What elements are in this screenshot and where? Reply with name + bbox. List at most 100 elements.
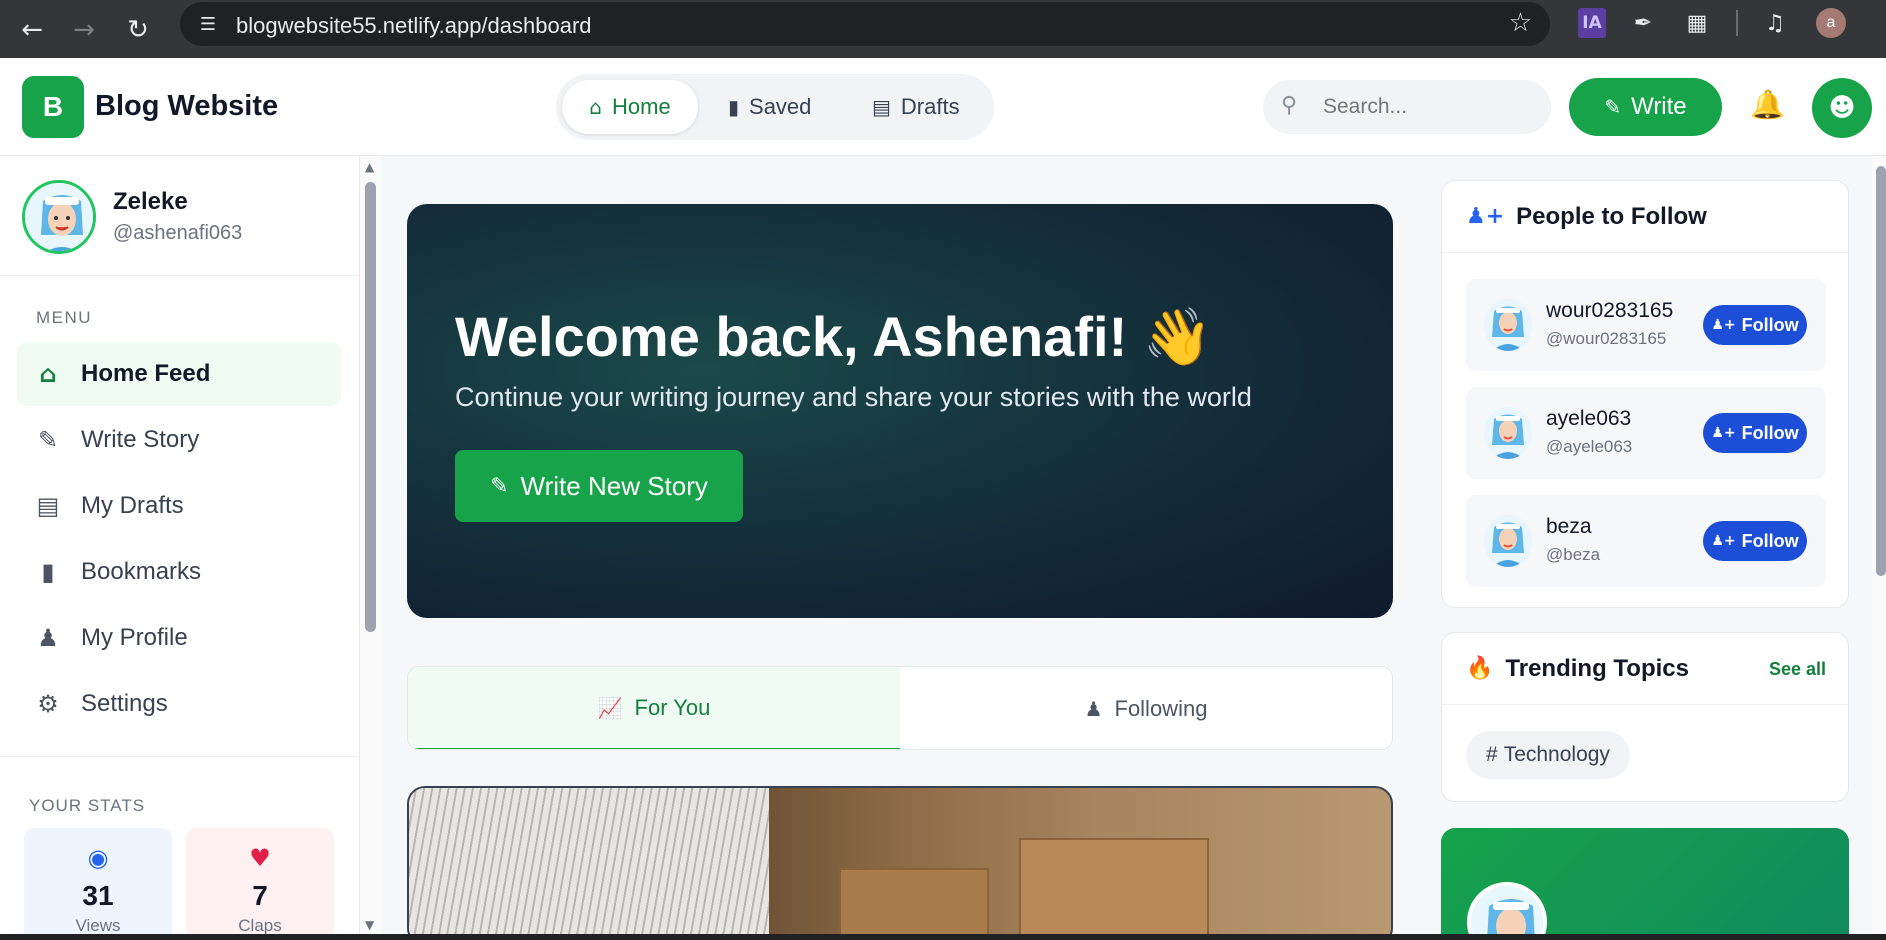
stat-claps: ♥ 7 Claps	[186, 828, 334, 940]
write-new-story-button[interactable]: ✎ Write New Story	[455, 450, 743, 522]
avatar[interactable]	[1484, 515, 1532, 567]
story-card[interactable]	[407, 786, 1393, 940]
sidebar-item-label: Write Story	[81, 426, 200, 453]
tab-drafts-label: Drafts	[900, 94, 960, 119]
sidebar-item-bookmarks[interactable]: ▮ Bookmarks	[17, 540, 341, 604]
profile-promo-card	[1441, 828, 1849, 940]
avatar[interactable]	[1484, 407, 1532, 459]
user-icon: ☻	[1828, 93, 1856, 123]
toolbar-divider	[1736, 10, 1738, 36]
media-control-icon[interactable]: ♫	[1760, 8, 1790, 38]
sidebar-item-my-drafts[interactable]: ▤ My Drafts	[17, 474, 341, 538]
hero-title: Welcome back, Ashenafi! 👋	[455, 304, 1213, 370]
divider	[0, 756, 359, 757]
panel-title: People to Follow	[1516, 202, 1707, 230]
sidebar: Zeleke @ashenafi063 MENU ⌂ Home Feed ✎ W…	[0, 156, 360, 940]
logo[interactable]: B	[22, 76, 84, 138]
stat-views: ◉ 31 Views	[24, 828, 172, 940]
stat-label: Claps	[238, 916, 282, 935]
sidebar-item-label: Settings	[81, 690, 168, 717]
chart-line-icon: 📈	[597, 695, 623, 720]
site-info-icon[interactable]: ☰	[194, 11, 222, 37]
address-bar[interactable]: ☰ blogwebsite55.netlify.app/dashboard ☆	[180, 2, 1550, 46]
follow-button[interactable]: ♟+ Follow	[1703, 413, 1807, 453]
avatar[interactable]	[1484, 299, 1532, 351]
welcome-hero: Welcome back, Ashenafi! 👋 Continue your …	[407, 204, 1393, 618]
eye-icon: ◉	[87, 844, 109, 872]
users-icon: ♟	[37, 624, 59, 652]
tab-following[interactable]: ♟ Following	[900, 667, 1392, 749]
heart-icon: ♥	[249, 844, 271, 872]
menu-section-label: MENU	[36, 308, 93, 327]
user-plus-icon: ♟+	[1711, 425, 1736, 441]
panel-title: Trending Topics	[1505, 654, 1689, 682]
window-bottom-edge	[0, 934, 1886, 940]
file-icon: ▤	[36, 492, 60, 520]
sidebar-item-home-feed[interactable]: ⌂ Home Feed	[17, 342, 341, 406]
back-icon[interactable]: ←	[12, 10, 52, 50]
sidebar-item-my-profile[interactable]: ♟ My Profile	[17, 606, 341, 670]
tab-for-you-label: For You	[634, 694, 711, 720]
follow-button[interactable]: ♟+ Follow	[1703, 305, 1807, 345]
sidebar-item-label: My Profile	[81, 624, 188, 651]
user-plus-icon: ♟+	[1466, 204, 1505, 229]
scroll-up-icon[interactable]: ▲	[365, 160, 374, 174]
bookmark-star-icon[interactable]: ☆	[1509, 8, 1532, 38]
scrollbar-thumb[interactable]	[1876, 166, 1886, 576]
topic-chip[interactable]: # Technology	[1466, 731, 1630, 779]
image-crate	[1019, 838, 1209, 940]
waving-hand-icon: 👋	[1142, 305, 1213, 370]
extensions-puzzle-icon[interactable]: ▦	[1682, 8, 1712, 38]
page-scrollbar[interactable]	[1872, 156, 1886, 940]
user-menu-button[interactable]: ☻	[1812, 78, 1872, 138]
follow-button-label: Follow	[1741, 314, 1799, 335]
search-input[interactable]	[1323, 92, 1533, 122]
cta-label: Write New Story	[520, 470, 708, 501]
scrollbar-thumb[interactable]	[365, 182, 376, 632]
scroll-down-icon[interactable]: ▼	[365, 918, 374, 932]
extension-pen-icon[interactable]: ✒	[1628, 8, 1658, 38]
notification-bell-icon[interactable]: 🔔	[1750, 88, 1785, 121]
sidebar-profile[interactable]: Zeleke @ashenafi063	[0, 156, 359, 276]
brand-name[interactable]: Blog Website	[95, 90, 278, 123]
sidebar-scrollbar[interactable]: ▲ ▼	[360, 156, 382, 940]
follow-button[interactable]: ♟+ Follow	[1703, 521, 1807, 561]
person-name[interactable]: ayele063	[1546, 407, 1631, 431]
see-all-link[interactable]: See all	[1769, 659, 1826, 680]
sidebar-item-label: Home Feed	[81, 360, 211, 387]
person-name[interactable]: beza	[1546, 515, 1592, 539]
list-item[interactable]: ayele063 @ayele063 ♟+ Follow	[1466, 387, 1826, 479]
avatar[interactable]	[1467, 882, 1547, 940]
list-item[interactable]: beza @beza ♟+ Follow	[1466, 495, 1826, 587]
file-icon: ▤	[872, 95, 891, 119]
url-text[interactable]: blogwebsite55.netlify.app/dashboard	[236, 13, 592, 39]
write-button[interactable]: ✎ Write	[1569, 78, 1722, 136]
write-button-label: Write	[1631, 93, 1687, 120]
users-icon: ♟	[1084, 697, 1103, 721]
tab-for-you[interactable]: 📈 For You	[408, 667, 900, 749]
browser-profile-avatar[interactable]: a	[1816, 8, 1846, 38]
user-plus-icon: ♟+	[1711, 533, 1736, 549]
reload-icon[interactable]: ↻	[118, 10, 158, 50]
tab-home-label: Home	[612, 94, 671, 119]
tab-saved-label: Saved	[749, 94, 812, 119]
bookmark-icon: ▮	[41, 558, 55, 586]
forward-icon[interactable]: →	[64, 10, 104, 50]
tab-drafts[interactable]: ▤ Drafts	[872, 80, 960, 134]
avatar[interactable]	[22, 180, 96, 254]
profile-handle: @ashenafi063	[113, 222, 243, 244]
user-plus-icon: ♟+	[1711, 317, 1736, 333]
tab-following-label: Following	[1114, 696, 1208, 721]
sidebar-item-settings[interactable]: ⚙ Settings	[17, 672, 341, 736]
tab-saved[interactable]: ▮ Saved	[728, 80, 811, 134]
tab-home[interactable]: ⌂ Home	[562, 80, 698, 134]
extension-ia-icon[interactable]: IA	[1578, 8, 1606, 38]
home-icon: ⌂	[589, 95, 602, 119]
pen-icon: ✎	[490, 473, 509, 499]
home-icon: ⌂	[39, 360, 57, 388]
list-item[interactable]: wour0283165 @wour0283165 ♟+ Follow	[1466, 279, 1826, 371]
app-header: B Blog Website ⌂ Home ▮ Saved ▤ Drafts ⚲…	[0, 58, 1886, 156]
person-name[interactable]: wour0283165	[1546, 299, 1673, 323]
browser-toolbar: ← → ↻ ☰ blogwebsite55.netlify.app/dashbo…	[0, 0, 1886, 58]
sidebar-item-write-story[interactable]: ✎ Write Story	[17, 408, 341, 472]
